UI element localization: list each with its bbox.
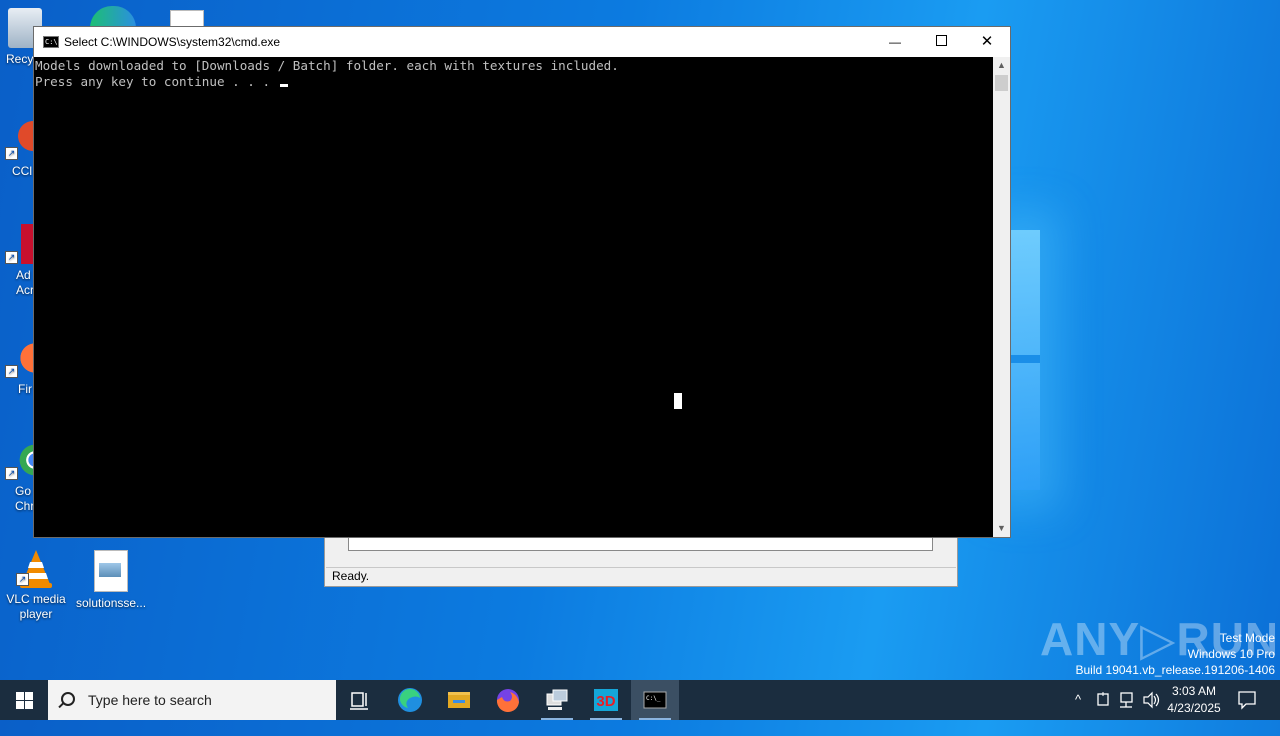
build-label: Build 19041.vb_release.191206-1406: [1075, 663, 1276, 677]
taskbar-3d-app[interactable]: 3D: [582, 680, 630, 720]
shortcut-arrow-icon: ↗: [5, 147, 18, 160]
network-icon: [1120, 692, 1133, 708]
3d-app-icon: 3D: [594, 689, 618, 711]
vlc-cone-icon: ↗: [16, 548, 56, 588]
shortcut-arrow-icon: ↗: [5, 251, 18, 264]
desktop-icon-label: VLC media player: [6, 592, 66, 621]
scroll-down-arrow-icon[interactable]: ▼: [993, 520, 1010, 537]
shortcut-arrow-icon: ↗: [5, 467, 18, 480]
clock-date: 4/23/2025: [1167, 701, 1221, 715]
cmd-icon: C:\_: [643, 691, 667, 709]
cmd-titlebar[interactable]: C:\ Select C:\WINDOWS\system32\cmd.exe —…: [34, 27, 1010, 57]
maximize-icon: [935, 35, 947, 47]
task-view-button[interactable]: [336, 680, 384, 720]
svg-text:3D: 3D: [596, 693, 615, 710]
desktop-icon-solutionsse[interactable]: solutionsse...: [76, 550, 146, 611]
console-output[interactable]: Models downloaded to [Downloads / Batch]…: [34, 57, 993, 537]
scroll-up-arrow-icon[interactable]: ▲: [993, 57, 1010, 74]
folder-icon: [448, 692, 470, 708]
taskbar-file-explorer[interactable]: [435, 680, 483, 720]
text-cursor: [279, 84, 288, 87]
computer-network-icon: [546, 689, 568, 710]
clock-time: 3:03 AM: [1171, 684, 1217, 698]
console-line-prompt: Press any key to continue . . .: [34, 74, 993, 90]
window-title: Select C:\WINDOWS\system32\cmd.exe: [64, 35, 281, 49]
system-info: Test Mode Windows 10 Pro Build 19041.vb_…: [1076, 630, 1276, 678]
taskbar: Type here to search 3D C:\_ ^ 3:03 AM 4/…: [0, 680, 1280, 720]
notification-icon: [1238, 691, 1256, 710]
show-hidden-icons-button[interactable]: ^: [1068, 680, 1088, 720]
action-center-button[interactable]: [1232, 680, 1262, 720]
windows-logo-wallpaper: [1010, 230, 1040, 490]
tray-network-icon[interactable]: [1116, 680, 1138, 720]
search-icon: [61, 692, 75, 706]
test-mode-label: Test Mode: [1219, 631, 1275, 645]
edge-desktop-icon[interactable]: [90, 6, 136, 28]
maximize-button[interactable]: [918, 27, 964, 57]
shortcut-arrow-icon: ↗: [16, 573, 29, 586]
vertical-scrollbar[interactable]: ▲ ▼: [993, 57, 1010, 537]
firefox-icon: [496, 689, 519, 713]
console-line: Models downloaded to [Downloads / Batch]…: [35, 58, 619, 73]
cmd-app-icon: C:\: [43, 36, 59, 48]
desktop-icon-vlc[interactable]: ↗ VLC media player: [1, 548, 71, 622]
search-placeholder: Type here to search: [88, 692, 212, 708]
desktop-icon-label: solutionsse...: [76, 596, 147, 610]
edge-icon: [398, 688, 422, 712]
chevron-up-icon: ^: [1074, 692, 1082, 707]
shortcut-arrow-icon: ↗: [5, 365, 18, 378]
taskbar-network-app[interactable]: [533, 680, 581, 720]
tray-security-icon[interactable]: [1092, 680, 1114, 720]
scroll-thumb[interactable]: [995, 75, 1008, 91]
taskbar-clock[interactable]: 3:03 AM 4/23/2025: [1158, 683, 1230, 717]
minimize-icon: —: [889, 35, 901, 49]
taskbar-search-box[interactable]: Type here to search: [48, 680, 336, 720]
status-bar: Ready.: [326, 567, 956, 585]
mouse-ibeam-cursor: [674, 393, 682, 409]
background-program-window: Ready.: [324, 530, 958, 587]
task-view-icon: [350, 692, 368, 710]
taskbar-firefox[interactable]: [484, 680, 532, 720]
minimize-button[interactable]: —: [872, 27, 918, 57]
svg-text:C:\_: C:\_: [646, 695, 661, 702]
close-button[interactable]: ✕: [964, 27, 1010, 57]
close-icon: ✕: [980, 33, 994, 50]
taskbar-cmd[interactable]: C:\_: [631, 680, 679, 720]
start-button[interactable]: [0, 680, 48, 720]
console-line-text: Press any key to continue . . .: [35, 74, 278, 89]
taskbar-edge[interactable]: [386, 680, 434, 720]
shield-icon: [1097, 692, 1109, 706]
os-edition-label: Windows 10 Pro: [1187, 647, 1275, 661]
cmd-window[interactable]: C:\ Select C:\WINDOWS\system32\cmd.exe —…: [33, 26, 1011, 538]
image-file-icon: [94, 550, 128, 592]
